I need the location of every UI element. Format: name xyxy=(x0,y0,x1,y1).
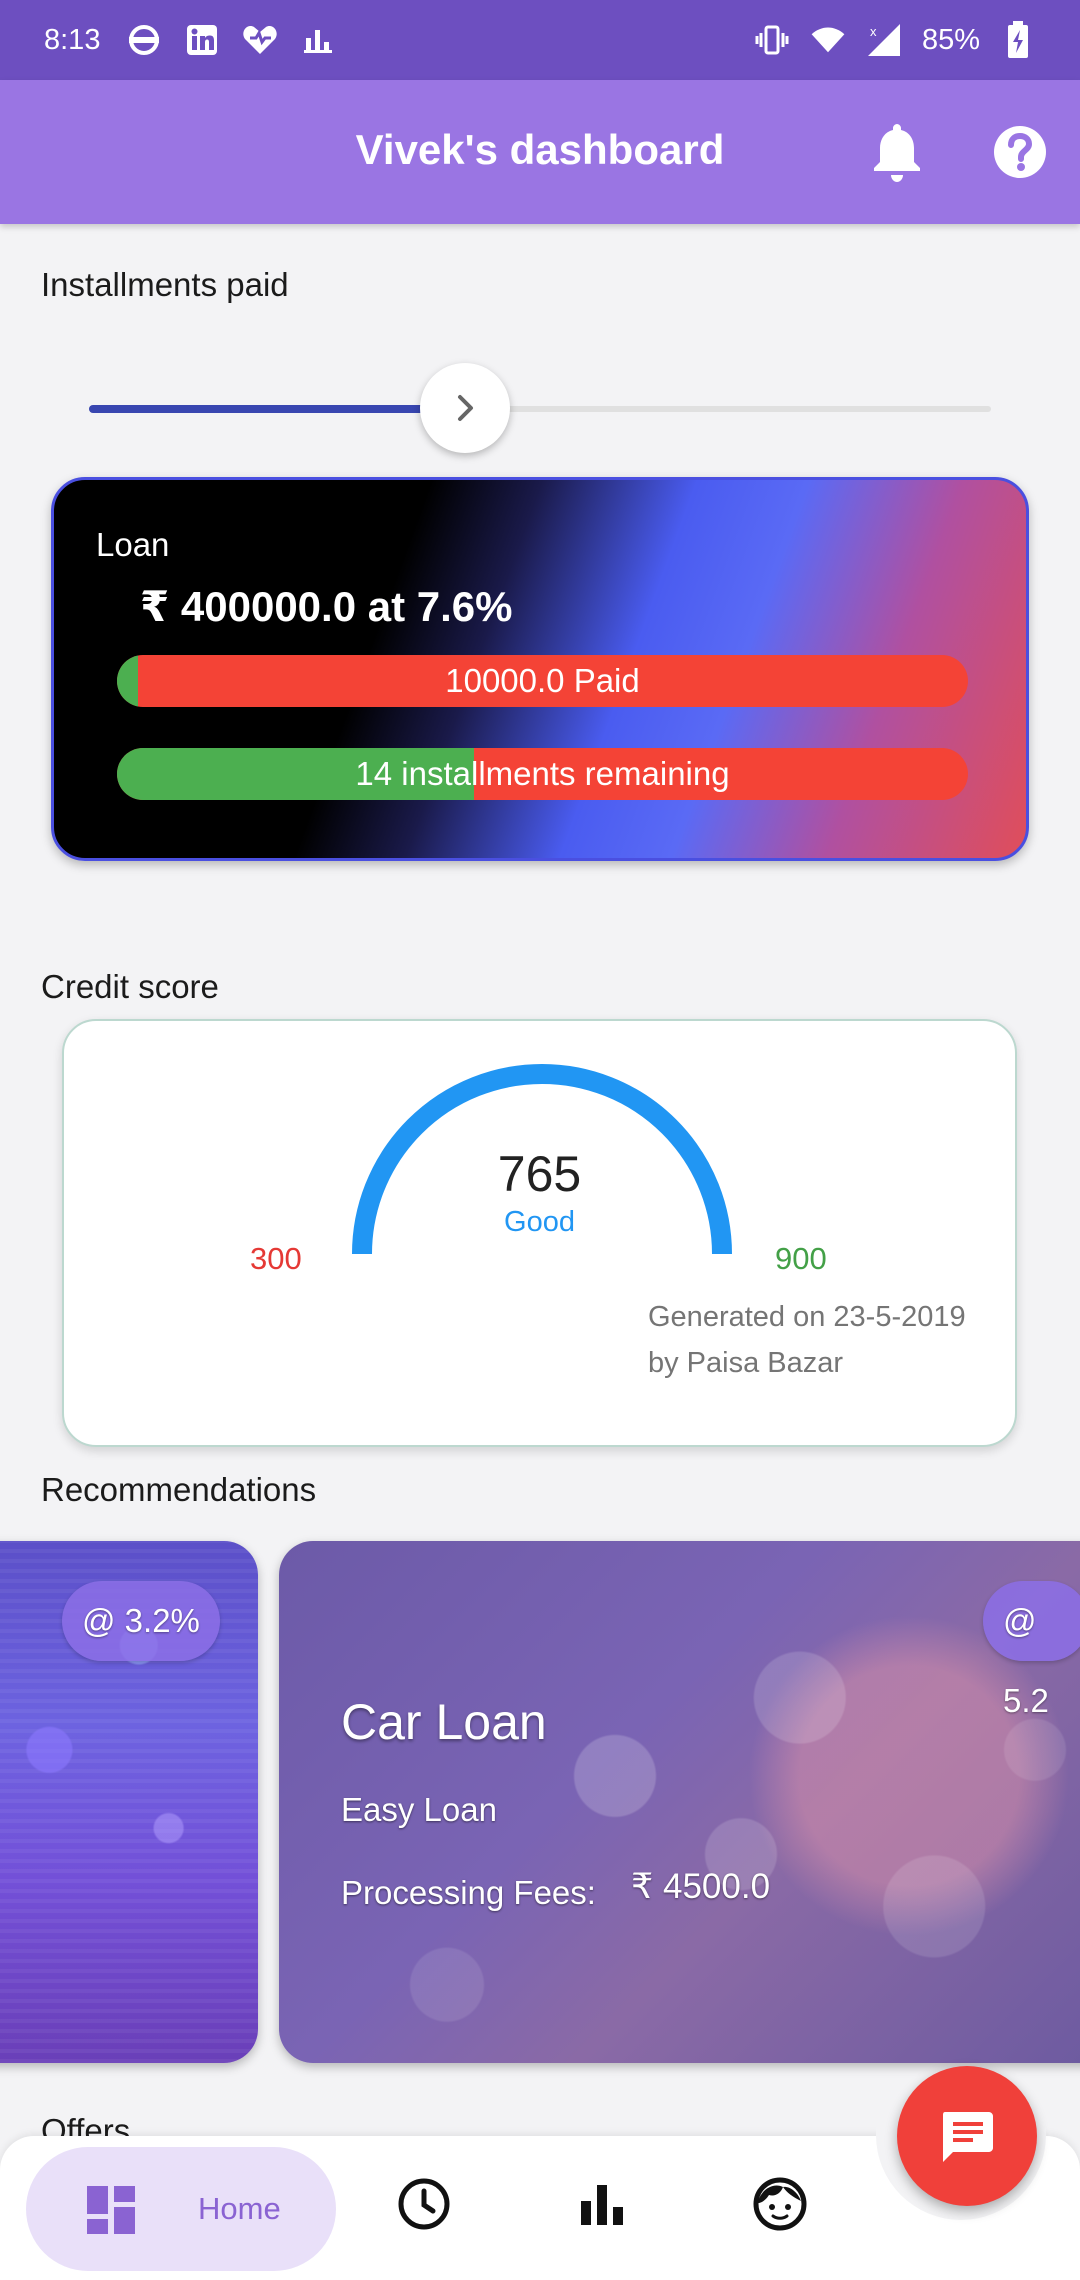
wifi-icon xyxy=(810,22,846,58)
stats-icon xyxy=(300,22,336,58)
credit-score-label: Credit score xyxy=(41,968,219,1005)
system-icons: x 85% xyxy=(754,21,1036,58)
rate-badge: @ 5.2 xyxy=(983,1581,1080,1719)
nav-history[interactable] xyxy=(396,2176,452,2232)
battery-percent: 85% xyxy=(921,23,980,56)
nav-stats[interactable] xyxy=(574,2176,630,2232)
recommendation-name: Car Loan xyxy=(341,1694,547,1750)
recommendation-card[interactable]: @ 3.2% xyxy=(0,1541,258,2063)
chat-fab[interactable] xyxy=(897,2066,1037,2206)
nav-home-label: Home xyxy=(198,2191,281,2226)
loan-amount: ₹ 400000.0 at 7.6% xyxy=(140,583,513,630)
installments-slider-thumb[interactable] xyxy=(420,363,510,453)
bell-icon xyxy=(874,124,920,182)
battery-charging-icon xyxy=(1000,21,1036,58)
recommendation-card-car-loan[interactable]: Car Loan Easy Loan Processing Fees: ₹ 45… xyxy=(279,1541,1080,2063)
chevron-right-icon xyxy=(458,395,473,421)
svg-text:x: x xyxy=(870,24,877,39)
health-heart-icon xyxy=(242,22,278,58)
credit-min-score: 300 xyxy=(250,1241,302,1276)
notifications-button[interactable] xyxy=(868,120,926,184)
signal-icon: x xyxy=(866,22,902,58)
credit-max-score: 900 xyxy=(775,1241,827,1276)
linkedin-icon xyxy=(184,22,220,58)
loan-card[interactable]: Loan ₹ 400000.0 at 7.6% 10000.0 Paid 14 … xyxy=(51,477,1029,861)
face-icon xyxy=(753,2177,807,2231)
installments-slider-fill xyxy=(89,405,468,413)
notification-icons xyxy=(126,22,336,58)
bar-chart-icon xyxy=(581,2185,623,2225)
processing-fees-label: Processing Fees: xyxy=(341,1874,596,1911)
loan-title: Loan xyxy=(96,526,170,563)
nav-profile[interactable] xyxy=(752,2176,808,2232)
remaining-progress-bar: 14 installments remaining xyxy=(117,748,968,800)
help-button[interactable] xyxy=(992,124,1048,180)
dashboard-icon xyxy=(87,2186,135,2234)
generated-date: Generated on 23-5-2019 xyxy=(648,1301,966,1333)
processing-fees-value: ₹ 4500.0 xyxy=(631,1867,771,1906)
status-time: 8:13 xyxy=(44,23,101,56)
clock-icon xyxy=(398,2178,450,2230)
chat-icon xyxy=(943,2112,993,2162)
credit-generated-info: Generated on 23-5-2019 by Paisa Bazar xyxy=(648,1294,966,1386)
recommendations-label: Recommendations xyxy=(41,1471,317,1508)
nav-home[interactable]: Home xyxy=(26,2147,336,2271)
recommendation-type: Easy Loan xyxy=(341,1791,497,1828)
paid-progress-bar: 10000.0 Paid xyxy=(117,655,968,707)
credit-score-card[interactable]: 765 Good 300 900 Generated on 23-5-2019 … xyxy=(62,1019,1017,1447)
credit-score-value: 765 xyxy=(497,1146,582,1202)
app-bar: Vivek's dashboard xyxy=(0,80,1080,224)
remaining-label: 14 installments remaining xyxy=(355,755,730,792)
installments-label: Installments paid xyxy=(41,266,289,303)
paid-label: 10000.0 Paid xyxy=(445,662,640,699)
credit-score-rating: Good xyxy=(504,1206,575,1238)
help-icon xyxy=(994,126,1046,178)
status-bar: 8:13 x 85% xyxy=(0,0,1080,80)
offers-label: Offers xyxy=(41,2112,131,2136)
transit-icon xyxy=(126,22,162,58)
vibrate-icon xyxy=(754,22,790,58)
rate-badge: @ 3.2% xyxy=(62,1581,220,1661)
generated-by: by Paisa Bazar xyxy=(648,1347,844,1379)
